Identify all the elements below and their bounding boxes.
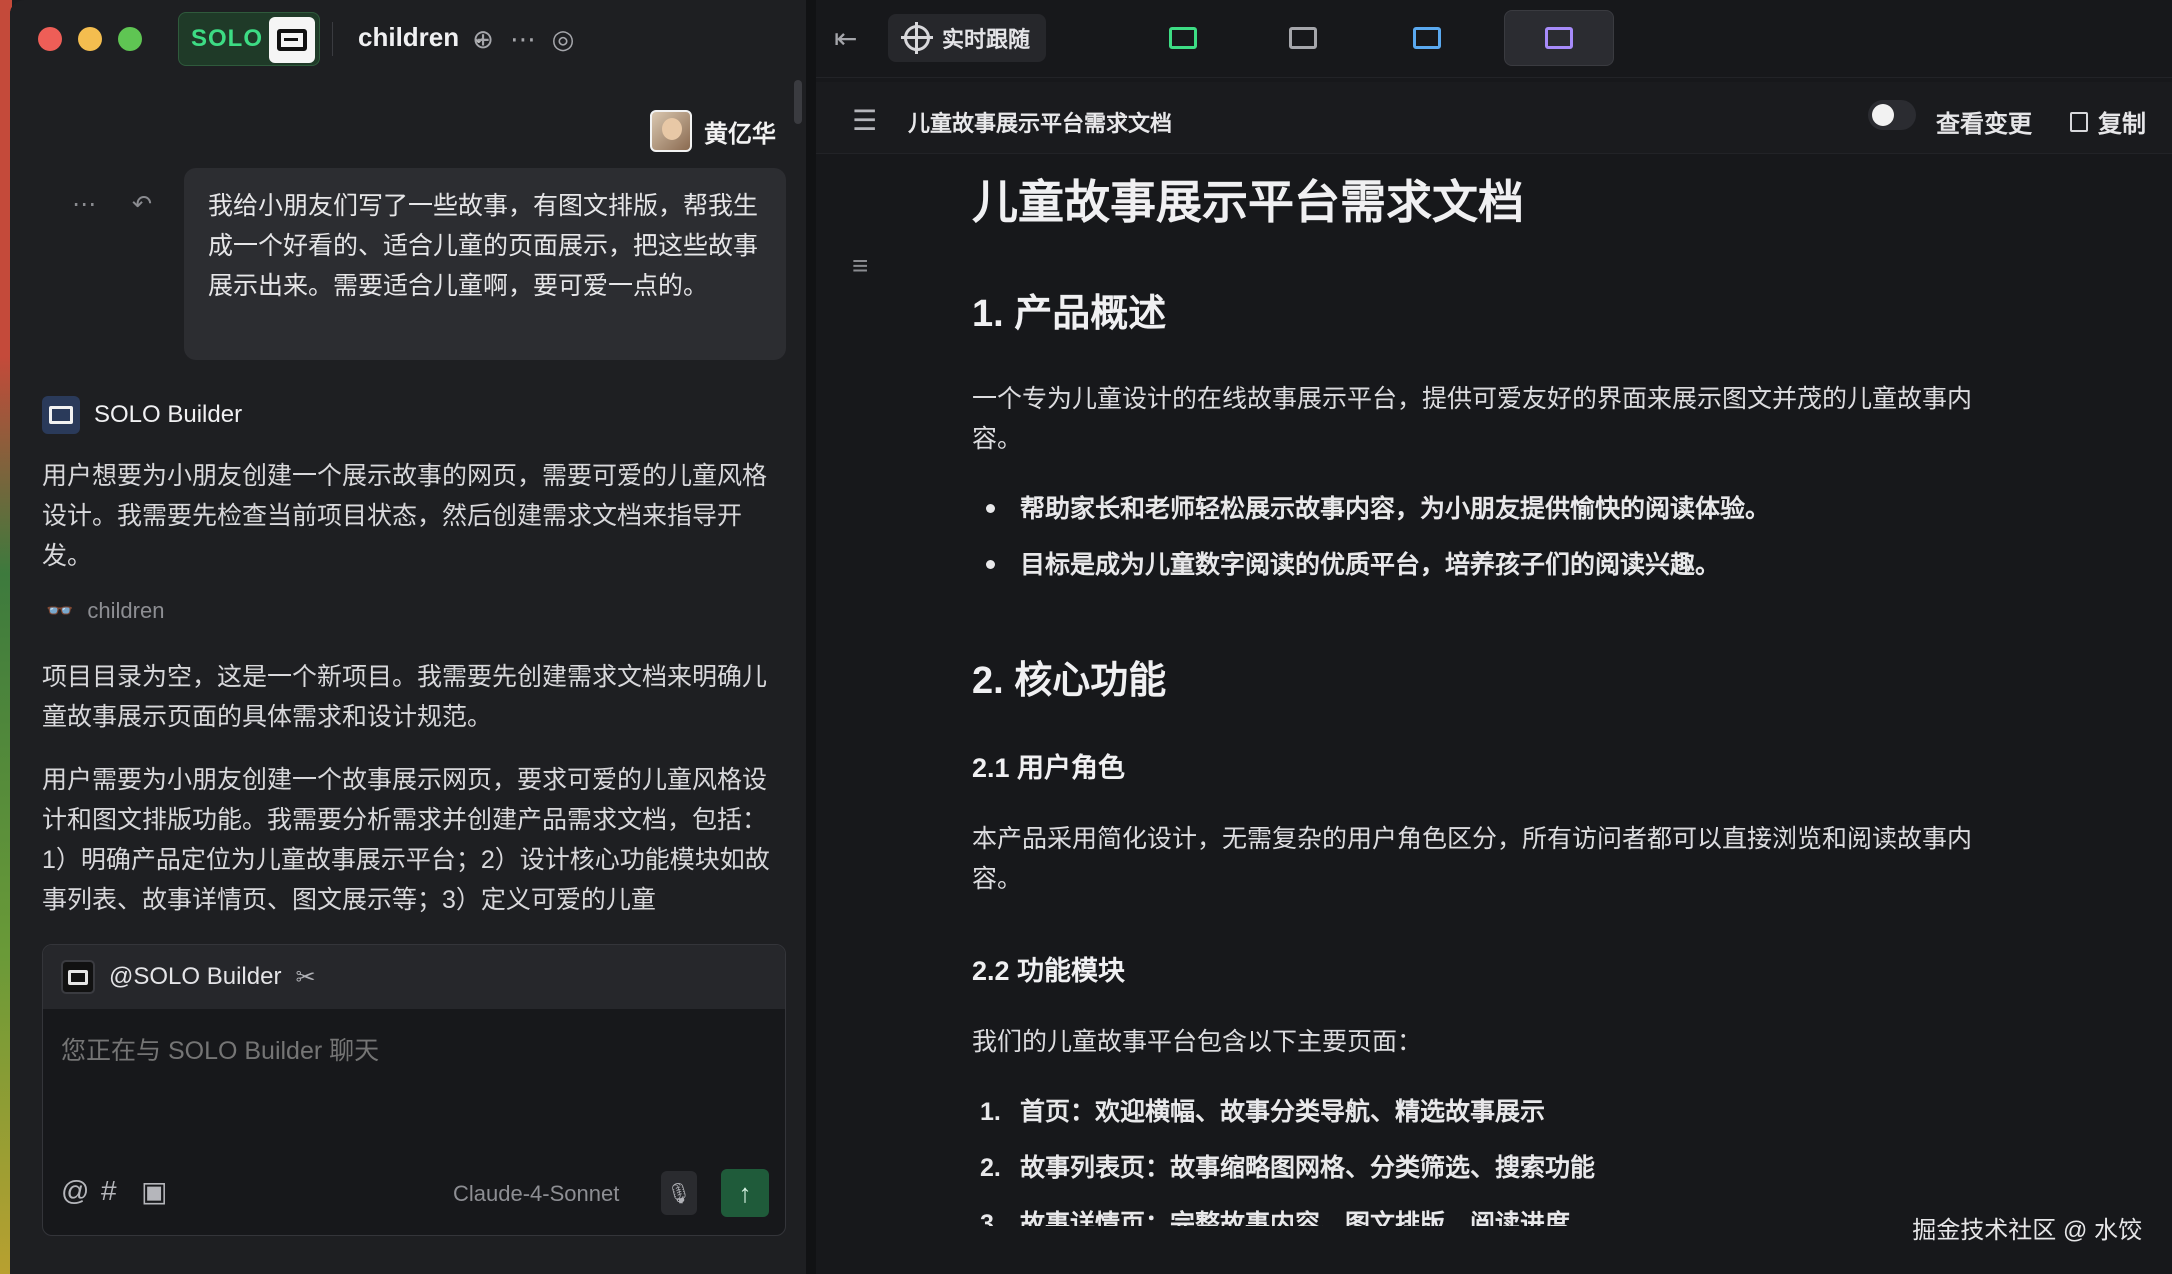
image-icon[interactable]: ▣ bbox=[141, 1175, 167, 1208]
solo-mode-badge[interactable]: SOLO bbox=[178, 12, 320, 66]
maximize-window-button[interactable] bbox=[118, 27, 142, 51]
new-chat-icon[interactable]: ⊕ bbox=[466, 22, 500, 56]
document-title: 儿童故事展示平台需求文档 bbox=[972, 176, 1524, 228]
view-changes-label[interactable]: 查看变更 bbox=[1936, 104, 2032, 139]
section-heading: 1. 产品概述 bbox=[972, 293, 1167, 335]
paragraph: 本产品采用简化设计，无需复杂的用户角色区分，所有访问者都可以直接浏览和阅读故事内… bbox=[972, 825, 1973, 893]
user-header: 黄亿华 bbox=[650, 110, 776, 152]
document-icon bbox=[1545, 27, 1573, 49]
tab-browser[interactable] bbox=[1372, 10, 1482, 66]
chat-panel: SOLO children ⌄ ⊕ ⋯ ◎ 黄亿华 ⋯ ↶ 我给小朋友们写了一些… bbox=[10, 0, 806, 1274]
copy-label: 复制 bbox=[2098, 111, 2146, 138]
send-button[interactable]: ↑ bbox=[721, 1169, 769, 1217]
microphone-icon[interactable]: 🎙 bbox=[661, 1171, 697, 1215]
solo-builder-icon bbox=[61, 960, 95, 994]
realtime-follow-button[interactable]: 实时跟随 bbox=[888, 14, 1047, 62]
chat-input[interactable] bbox=[61, 1037, 761, 1066]
tab-editor[interactable] bbox=[1128, 10, 1238, 66]
document-tab-title: 儿童故事展示平台需求文档 bbox=[908, 111, 1173, 136]
agent-message: 项目目录为空，这是一个新项目。我需要先创建需求文档来明确儿童故事展示页面的具体需… bbox=[42, 663, 768, 731]
code-icon bbox=[1169, 27, 1197, 49]
watermark: 掘金技术社区 @ 水饺 bbox=[1912, 1217, 2142, 1244]
minimize-window-button[interactable] bbox=[78, 27, 102, 51]
folder-label: children bbox=[87, 598, 165, 623]
section-heading: 2. 核心功能 bbox=[972, 660, 1167, 702]
project-name: children bbox=[358, 22, 460, 52]
hash-icon[interactable]: # bbox=[101, 1175, 117, 1207]
numbered-list: 1. 首页：欢迎横幅、故事分类导航、精选故事展示 2. 故事列表页：故事缩略图网格、… bbox=[972, 1092, 2032, 1226]
chat-composer: @SOLO Builder ✂ @ # ▣ Claude-4-Sonnet 🎙 … bbox=[42, 944, 786, 1236]
agent-name: SOLO Builder bbox=[94, 401, 243, 428]
toc-icon[interactable]: ≡ bbox=[852, 250, 868, 282]
paragraph: 一个专为儿童设计的在线故事展示平台，提供可爱友好的界面来展示图文并茂的儿童故事内… bbox=[972, 385, 1973, 453]
mention-icon[interactable]: @ bbox=[61, 1175, 89, 1207]
tools-icon[interactable]: ✂ bbox=[295, 963, 315, 992]
view-changes-toggle[interactable] bbox=[1868, 100, 1916, 130]
agent-message: 用户需要为小朋友创建一个故事展示网页，要求可爱的儿童风格设计和图文排版功能。我需… bbox=[42, 766, 770, 914]
user-name: 黄亿华 bbox=[704, 120, 776, 148]
model-selector[interactable]: Claude-4-Sonnet bbox=[453, 1181, 619, 1207]
editor-toolbar: ⇤ 实时跟随 bbox=[816, 0, 2172, 78]
message-tools: ⋯ ↶ bbox=[72, 190, 152, 219]
chat-scrollbar[interactable] bbox=[794, 80, 802, 124]
solo-label: SOLO bbox=[191, 25, 264, 52]
solo-builder-icon bbox=[42, 396, 80, 434]
chat-header: SOLO children ⌄ ⊕ ⋯ ◎ bbox=[10, 0, 806, 78]
follow-label: 实时跟随 bbox=[942, 27, 1031, 52]
glasses-icon: 👓 bbox=[46, 598, 74, 623]
app-window: SOLO children ⌄ ⊕ ⋯ ◎ 黄亿华 ⋯ ↶ 我给小朋友们写了一些… bbox=[10, 0, 2172, 1274]
subsection-heading: 2.2 功能模块 bbox=[972, 956, 1126, 986]
copy-icon bbox=[2070, 111, 2088, 132]
user-message: 我给小朋友们写了一些故事，有图文排版，帮我生成一个好看的、适合儿童的页面展示，把… bbox=[184, 168, 786, 360]
crosshair-icon bbox=[901, 22, 933, 54]
list-item: 2. 故事列表页：故事缩略图网格、分类筛选、搜索功能 bbox=[980, 1154, 1596, 1182]
account-icon[interactable]: ◎ bbox=[546, 22, 580, 56]
more-icon[interactable]: ⋯ bbox=[72, 190, 96, 219]
list-item: 1. 首页：欢迎横幅、故事分类导航、精选故事展示 bbox=[980, 1098, 1546, 1126]
document-header: ☰ 儿童故事展示平台需求文档 查看变更 复制 bbox=[816, 82, 2172, 154]
composer-header: @SOLO Builder ✂ bbox=[43, 945, 785, 1009]
agent-header: SOLO Builder bbox=[42, 396, 242, 434]
agent-message: 用户想要为小朋友创建一个展示故事的网页，需要可爱的儿童风格设计。我需要先检查当前… bbox=[42, 462, 768, 570]
undo-icon[interactable]: ↶ bbox=[132, 190, 152, 219]
list-item: 3. 故事详情页：完整故事内容、图文排版、阅读进度 bbox=[980, 1210, 1571, 1226]
list-item: 目标是成为儿童数字阅读的优质平台，培养孩子们的阅读兴趣。 bbox=[972, 545, 2032, 585]
close-window-button[interactable] bbox=[38, 27, 62, 51]
outline-icon[interactable]: ☰ bbox=[852, 104, 877, 137]
solo-logo-icon bbox=[269, 17, 315, 63]
avatar bbox=[650, 110, 692, 152]
document-content: 儿童故事展示平台需求文档 1. 产品概述 一个专为儿童设计的在线故事展示平台，提… bbox=[972, 160, 2032, 1226]
agent-mention[interactable]: @SOLO Builder bbox=[109, 963, 281, 991]
tab-terminal[interactable] bbox=[1248, 10, 1358, 66]
more-icon[interactable]: ⋯ bbox=[506, 22, 540, 56]
folder-view-step[interactable]: 👓 children bbox=[46, 598, 164, 624]
bullet-list: 帮助家长和老师轻松展示故事内容，为小朋友提供愉快的阅读体验。 目标是成为儿童数字… bbox=[972, 489, 2032, 585]
copy-button[interactable]: 复制 bbox=[2070, 104, 2146, 139]
tab-document[interactable] bbox=[1504, 10, 1614, 66]
terminal-icon bbox=[1289, 27, 1317, 49]
document-panel: ⇤ 实时跟随 ☰ 儿童故事展示平台需求文档 查看变更 复制 ≡ 儿童故事展示平台… bbox=[816, 0, 2172, 1274]
paragraph: 我们的儿童故事平台包含以下主要页面： bbox=[972, 1028, 1423, 1056]
subsection-heading: 2.1 用户角色 bbox=[972, 753, 1126, 783]
panel-splitter[interactable] bbox=[806, 0, 816, 1274]
list-item: 帮助家长和老师轻松展示故事内容，为小朋友提供愉快的阅读体验。 bbox=[972, 489, 2032, 529]
header-divider bbox=[332, 22, 333, 56]
collapse-panel-icon[interactable]: ⇤ bbox=[834, 22, 857, 55]
browser-icon bbox=[1413, 27, 1441, 49]
